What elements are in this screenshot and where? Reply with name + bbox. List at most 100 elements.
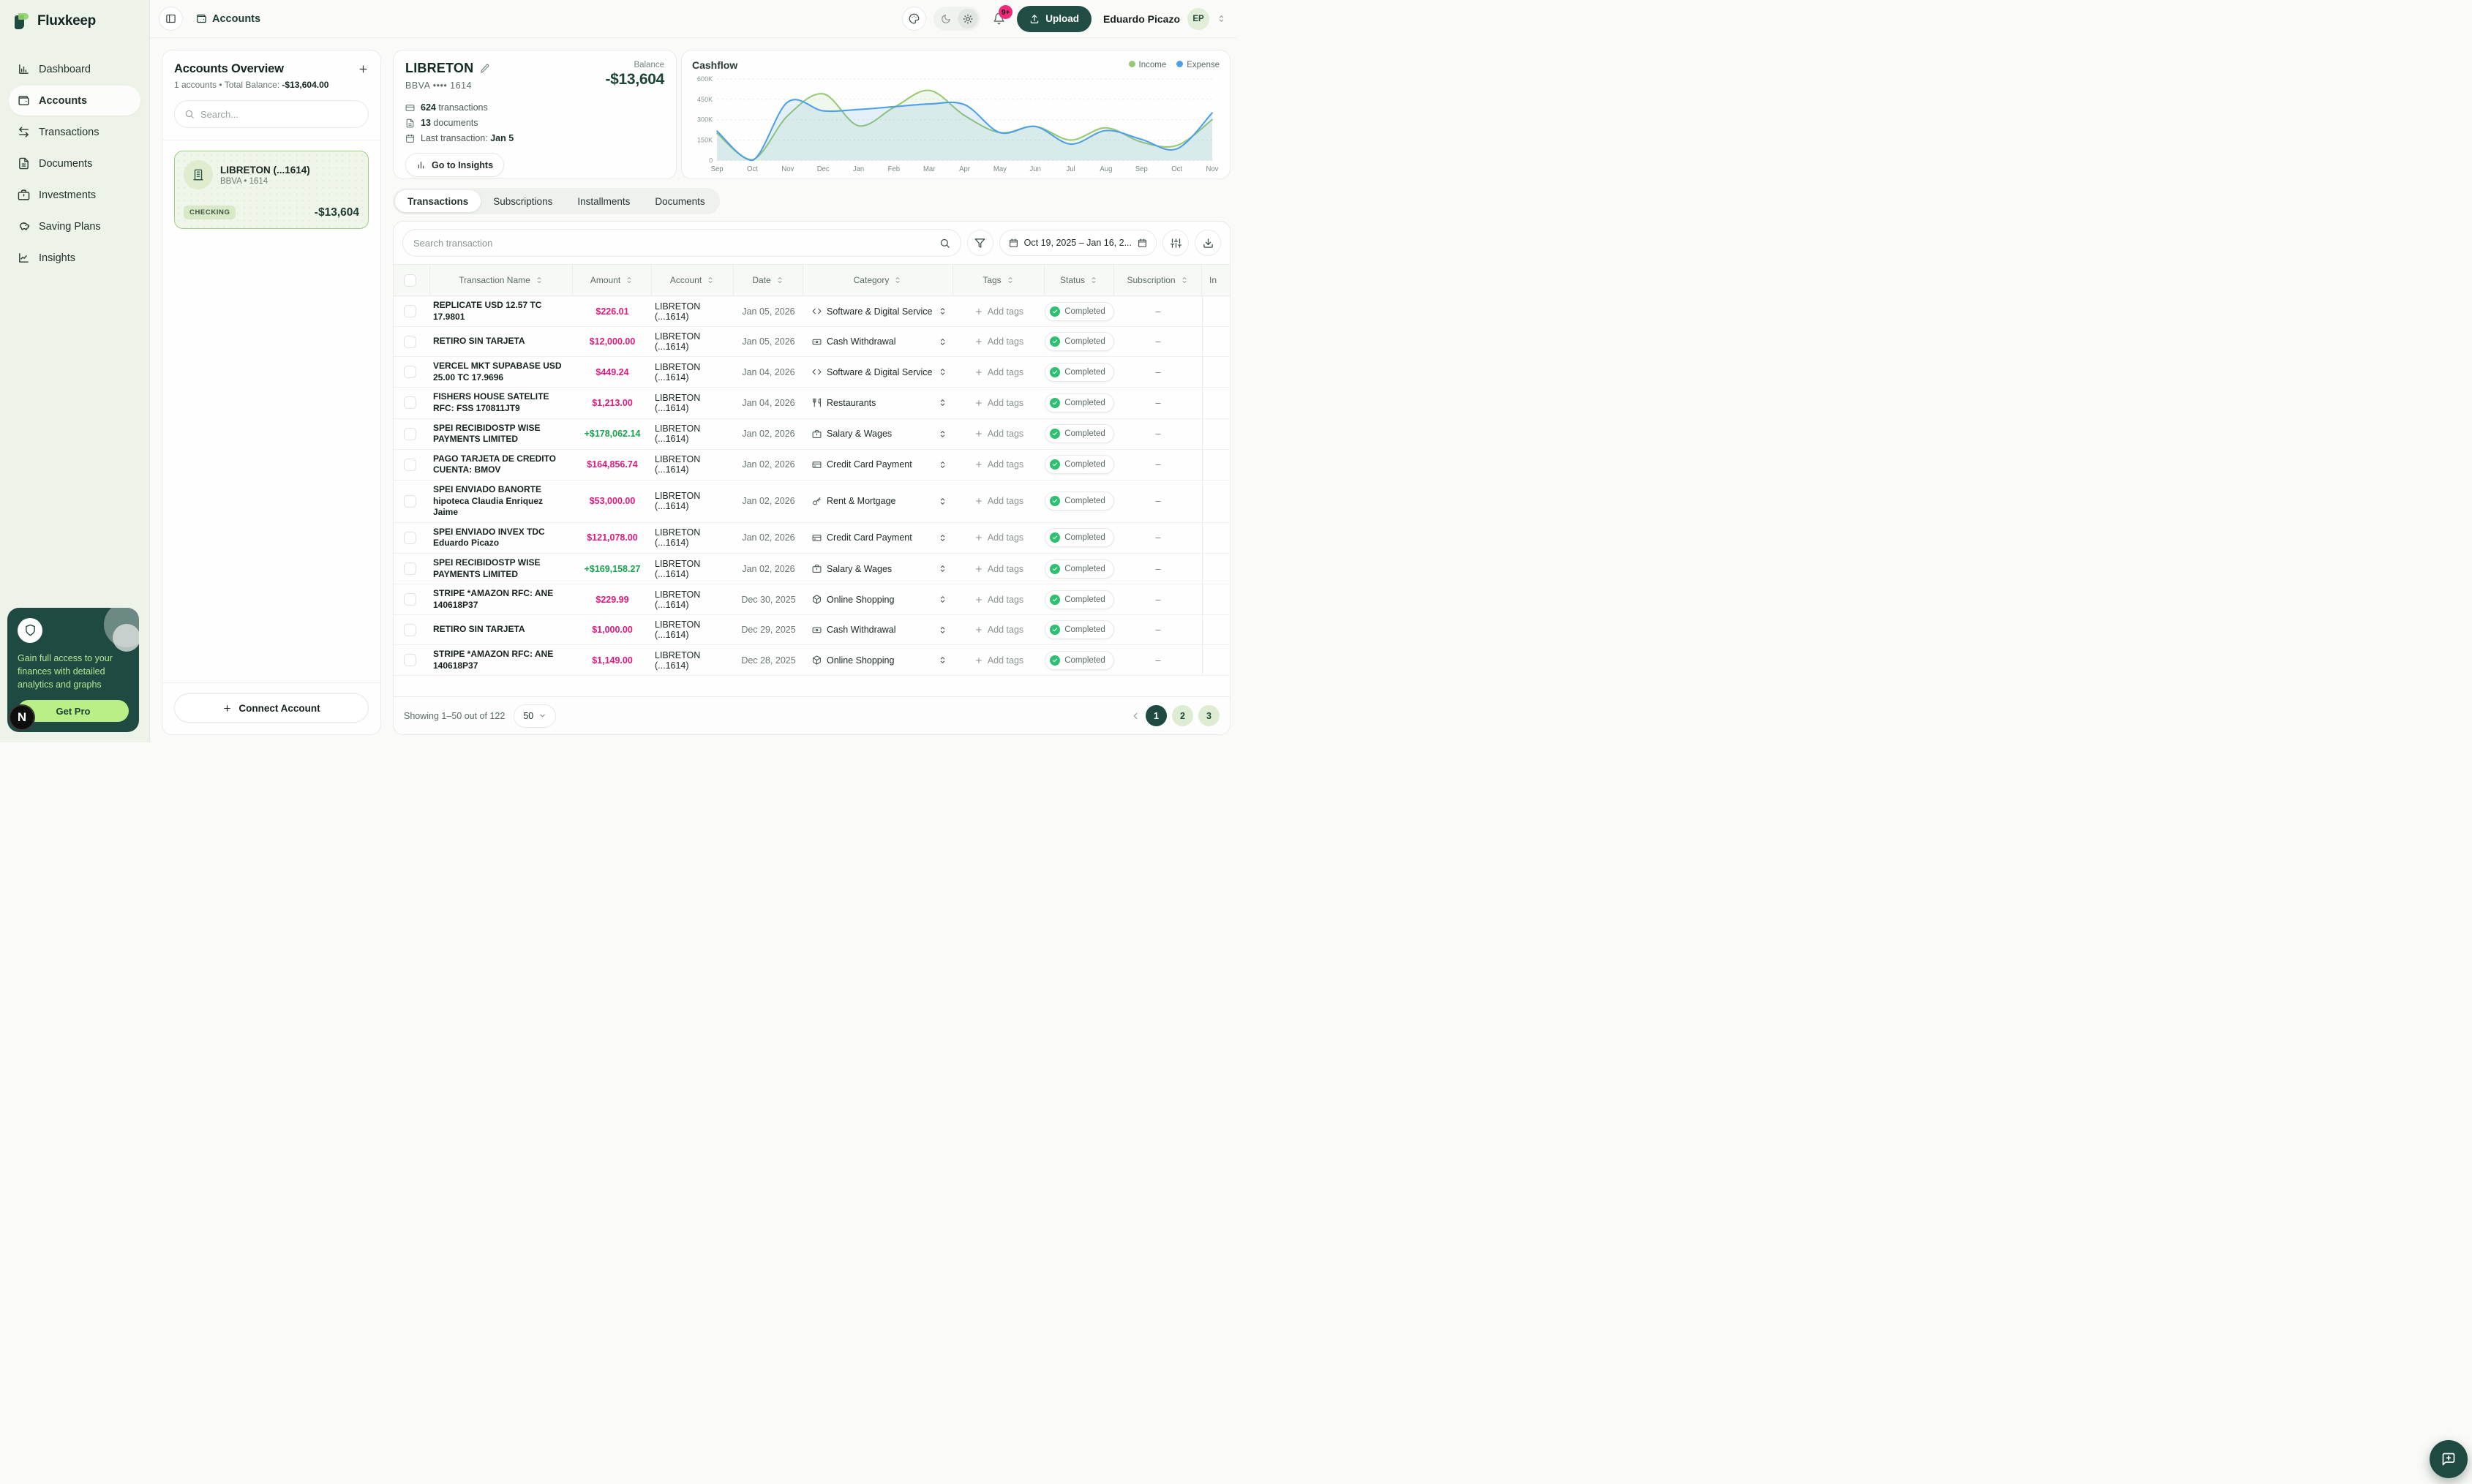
transaction-name: FISHERS HOUSE SATELITE RFC: FSS 170811JT… [433,391,549,413]
add-tags-button[interactable]: Add tags [974,496,1023,506]
row-checkbox[interactable] [404,335,416,348]
select-all-checkbox[interactable] [404,274,416,287]
row-checkbox[interactable] [404,562,416,575]
page-button-2[interactable]: 2 [1172,705,1193,726]
row-checkbox[interactable] [404,396,416,410]
sidebar-toggle-button[interactable] [159,7,183,31]
category-change-icon[interactable] [938,564,947,573]
sidebar-item-saving-plans[interactable]: Saving Plans [9,211,140,241]
sort-icon[interactable] [775,276,784,285]
tab-documents[interactable]: Documents [642,190,717,212]
dev-badge[interactable]: N [9,704,35,731]
sort-icon[interactable] [535,276,544,285]
sidebar-item-dashboard[interactable]: Dashboard [9,54,140,84]
previous-page-button[interactable] [1130,711,1141,721]
transaction-category[interactable]: Rent & Mortgage [803,492,953,510]
transaction-category[interactable]: Software & Digital Services [803,303,953,320]
add-tags-button[interactable]: Add tags [974,306,1023,317]
add-tags-button[interactable]: Add tags [974,625,1023,635]
feedback-chat-button[interactable] [2430,1440,2468,1478]
edit-account-button[interactable] [480,64,489,73]
sort-icon[interactable] [1006,276,1015,285]
sort-icon[interactable] [1089,276,1098,285]
category-change-icon[interactable] [938,429,947,439]
plus-icon [974,656,983,665]
row-checkbox[interactable] [404,427,416,440]
sort-icon[interactable] [706,276,715,285]
add-tags-button[interactable]: Add tags [974,429,1023,439]
notifications-button[interactable]: 9+ [988,5,1013,31]
add-tags-button[interactable]: Add tags [974,532,1023,543]
add-tags-button[interactable]: Add tags [974,459,1023,470]
add-tags-button[interactable]: Add tags [974,564,1023,574]
transaction-category[interactable]: Software & Digital Services [803,364,953,381]
row-checkbox[interactable] [404,623,416,636]
light-mode-button[interactable] [958,9,979,29]
transaction-category[interactable]: Credit Card Payment [803,456,953,473]
connect-account-button[interactable]: Connect Account [174,693,369,723]
category-change-icon[interactable] [938,306,947,316]
date-range-button[interactable]: Oct 19, 2025 – Jan 16, 2... [999,230,1157,256]
row-checkbox[interactable] [404,593,416,606]
transaction-category[interactable]: Online Shopping [803,652,953,669]
palette-button[interactable] [902,7,927,31]
status-badge: Completed [1045,455,1114,475]
sort-icon[interactable] [1180,276,1189,285]
add-tags-button[interactable]: Add tags [974,367,1023,377]
category-change-icon[interactable] [938,398,947,407]
export-button[interactable] [1195,230,1221,256]
add-tags-button[interactable]: Add tags [974,398,1023,408]
avatar[interactable]: EP [1187,7,1209,30]
add-tags-label: Add tags [987,306,1024,317]
transaction-category[interactable]: Cash Withdrawal [803,621,953,639]
sort-icon[interactable] [625,276,634,285]
row-checkbox[interactable] [404,494,416,508]
page-button-1[interactable]: 1 [1146,705,1167,726]
row-checkbox[interactable] [404,654,416,667]
tab-subscriptions[interactable]: Subscriptions [481,190,565,212]
sidebar-item-transactions[interactable]: Transactions [9,117,140,147]
columns-settings-button[interactable] [1162,230,1189,256]
category-change-icon[interactable] [938,367,947,377]
page-button-3[interactable]: 3 [1198,705,1220,726]
transaction-category[interactable]: Online Shopping [803,591,953,609]
transaction-category[interactable]: Credit Card Payment [803,529,953,546]
category-change-icon[interactable] [938,533,947,543]
page-size-select[interactable]: 50 [514,704,557,728]
accounts-search-input[interactable] [200,108,358,120]
creditcard-icon [812,533,822,543]
add-account-button[interactable] [358,64,369,75]
category-change-icon[interactable] [938,460,947,470]
account-list-item[interactable]: LIBRETON (...1614) BBVA • 1614 CHECKING … [174,151,369,229]
transaction-category[interactable]: Cash Withdrawal [803,333,953,350]
transaction-category[interactable]: Salary & Wages [803,560,953,578]
category-change-icon[interactable] [938,497,947,506]
add-tags-button[interactable]: Add tags [974,655,1023,666]
subscription-value: – [1155,594,1161,605]
row-checkbox[interactable] [404,366,416,379]
go-to-insights-button[interactable]: Go to Insights [405,153,505,177]
row-checkbox[interactable] [404,531,416,544]
tab-installments[interactable]: Installments [565,190,642,212]
sidebar-item-insights[interactable]: Insights [9,243,140,273]
upload-button[interactable]: Upload [1017,5,1092,32]
sidebar-item-accounts[interactable]: Accounts [9,86,140,116]
tab-transactions[interactable]: Transactions [395,190,481,212]
category-change-icon[interactable] [938,337,947,347]
category-change-icon[interactable] [938,595,947,604]
transaction-category[interactable]: Restaurants [803,394,953,412]
transaction-category[interactable]: Salary & Wages [803,425,953,442]
row-checkbox[interactable] [404,458,416,471]
sidebar-item-documents[interactable]: Documents [9,148,140,178]
sidebar-item-investments[interactable]: Investments [9,180,140,210]
category-change-icon[interactable] [938,655,947,665]
transaction-search-input[interactable] [413,237,933,249]
category-change-icon[interactable] [938,625,947,635]
sort-icon[interactable] [893,276,902,285]
filter-button[interactable] [966,230,993,256]
add-tags-button[interactable]: Add tags [974,336,1023,347]
user-menu-button[interactable] [1217,14,1226,23]
dark-mode-button[interactable] [936,9,956,29]
add-tags-button[interactable]: Add tags [974,595,1023,605]
row-checkbox[interactable] [404,305,416,318]
